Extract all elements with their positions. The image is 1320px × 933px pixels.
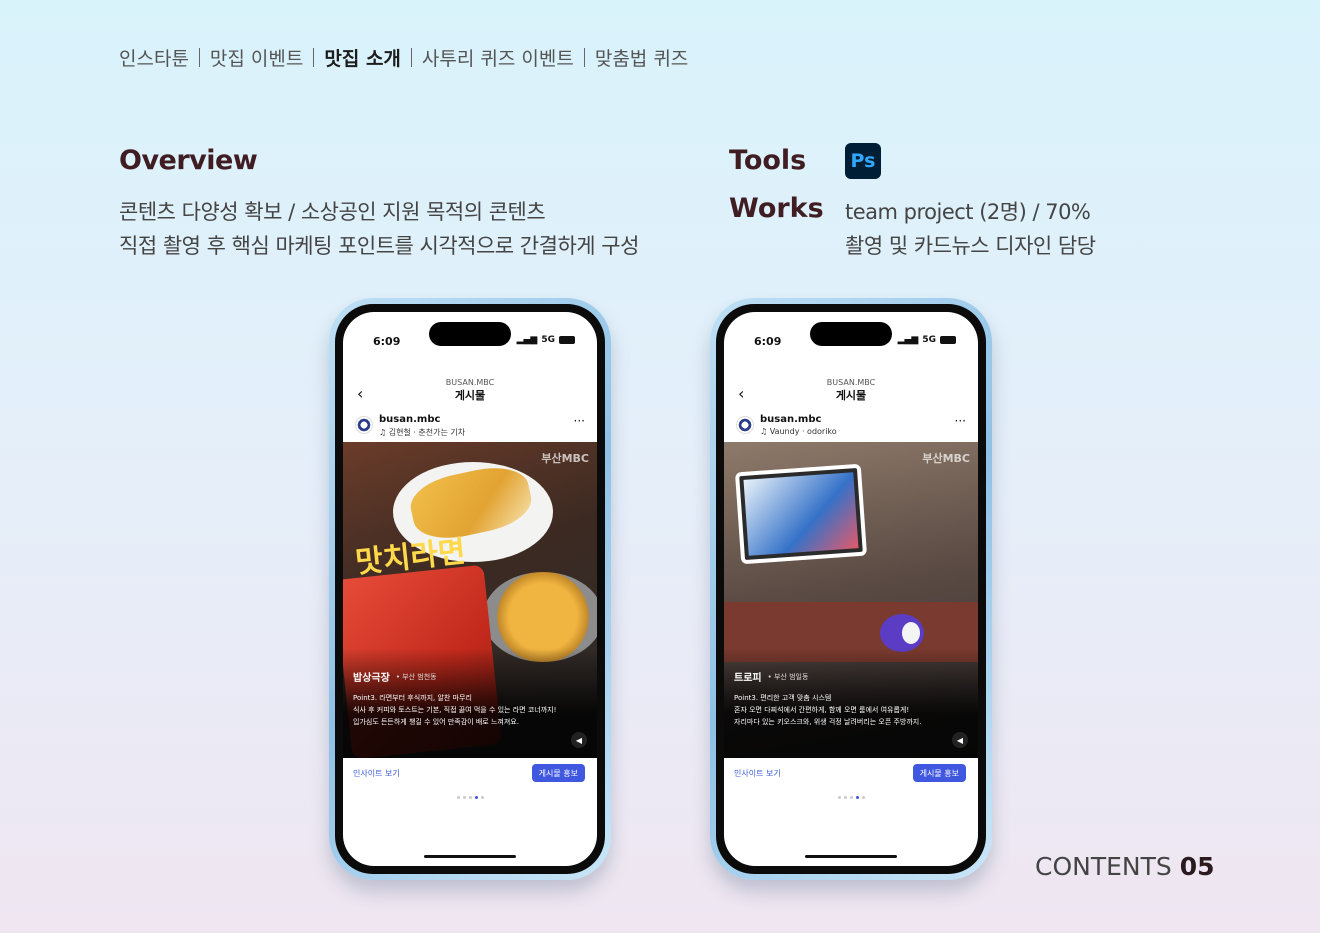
promote-button[interactable]: 게시물 홍보	[912, 764, 966, 782]
carousel-dots	[724, 796, 978, 799]
contents-number: 05	[1179, 852, 1215, 881]
post-footer: 인사이트 보기 게시물 홍보	[343, 764, 597, 784]
contents-text: CONTENTS	[1035, 852, 1172, 881]
sound-icon[interactable]: ◀	[571, 732, 587, 748]
caption-line: 혼자 오면 다찌석에서 간편하게, 함께 오면 룸에서 여유롭게!	[734, 706, 910, 714]
caption-line: Point3. 라면부터 후식까지, 알찬 마무리	[353, 694, 472, 702]
post-title: 게시물	[454, 389, 486, 402]
carousel-dot[interactable]	[468, 796, 472, 799]
nav-item-dialect-quiz[interactable]: 사투리 퀴즈 이벤트	[422, 44, 574, 71]
nav-item-restaurant-event[interactable]: 맛집 이벤트	[210, 44, 303, 71]
nav-item-restaurant-intro[interactable]: 맛집 소개	[324, 44, 401, 71]
contents-label: CONTENTS 05	[1035, 852, 1215, 881]
more-options-icon[interactable]: ···	[574, 414, 585, 428]
avatar[interactable]	[736, 416, 754, 434]
overview-title: Overview	[119, 145, 258, 176]
image-caption: Point3. 편리한 고객 맞춤 시스템 혼자 오면 다찌석에서 간편하게, …	[734, 692, 968, 728]
battery-icon	[940, 336, 956, 344]
image-caption: Point3. 라면부터 후식까지, 알찬 마무리 식사 후 커피와 토스트는 …	[353, 692, 587, 728]
status-bar: 6:09 ▂▄▆ 5G	[343, 332, 597, 352]
post-header: BUSAN.MBC 게시물	[724, 378, 978, 403]
account-header: BUSAN.MBC	[826, 378, 876, 387]
overview-line-2: 직접 촬영 후 핵심 마케팅 포인트를 시각적으로 간결하게 구성	[119, 234, 639, 258]
post-image[interactable]: 부산MBC 트로피 • 부산 범일동 Point3. 편리한 고객 맞춤 시스템…	[724, 442, 978, 758]
top-nav: 인스타툰 맛집 이벤트 맛집 소개 사투리 퀴즈 이벤트 맞춤법 퀴즈	[119, 44, 688, 71]
music-label[interactable]: ♫ 김현철 · 춘천가는 기차	[379, 427, 465, 438]
more-options-icon[interactable]: ···	[955, 414, 966, 428]
overview-line-1: 콘텐츠 다양성 확보 / 소상공인 지원 목적의 콘텐츠	[119, 200, 546, 224]
post-footer: 인사이트 보기 게시물 홍보	[724, 764, 978, 784]
works-label: Works	[729, 193, 824, 224]
nav-divider	[313, 48, 315, 67]
tablet-screen	[743, 472, 859, 556]
place-row: 트로피 • 부산 범일동	[734, 669, 809, 685]
avatar[interactable]	[355, 416, 373, 434]
place-row: 밥상극장 • 부산 범천동	[353, 669, 437, 685]
mascot-sticker	[880, 614, 924, 652]
account-header: BUSAN.MBC	[445, 378, 495, 387]
kiosk-tablet-shape	[734, 463, 868, 565]
insight-link[interactable]: 인사이트 보기	[734, 768, 781, 779]
place-location: • 부산 범일동	[767, 672, 809, 681]
home-indicator[interactable]	[805, 855, 897, 858]
signal-icon: ▂▄▆ 5G	[898, 335, 956, 345]
status-time: 6:09	[373, 335, 401, 348]
phone-screen: 6:09 ▂▄▆ 5G ‹ BUSAN.MBC 게시물 busan.mbc ♫ 김…	[343, 312, 597, 866]
broadcaster-watermark: 부산MBC	[922, 452, 970, 465]
home-indicator[interactable]	[424, 855, 516, 858]
caption-line: Point3. 편리한 고객 맞춤 시스템	[734, 694, 832, 702]
carousel-dot-active[interactable]	[474, 796, 478, 799]
nav-item-spelling-quiz[interactable]: 맞춤법 퀴즈	[595, 44, 688, 71]
carousel-dot[interactable]	[480, 796, 484, 799]
carousel-dot-active[interactable]	[855, 796, 859, 799]
carousel-dot[interactable]	[462, 796, 466, 799]
phone-mockup-2: 6:09 ▂▄▆ 5G ‹ BUSAN.MBC 게시물 busan.mbc ♫ V…	[710, 298, 992, 880]
place-name: 밥상극장	[353, 673, 390, 684]
music-label[interactable]: ♫ Vaundy · odoriko	[760, 427, 837, 436]
tools-label: Tools	[729, 145, 807, 176]
carousel-dot[interactable]	[849, 796, 853, 799]
phone-screen: 6:09 ▂▄▆ 5G ‹ BUSAN.MBC 게시물 busan.mbc ♫ V…	[724, 312, 978, 866]
network-label: 5G	[922, 335, 936, 345]
username[interactable]: busan.mbc	[760, 414, 821, 425]
place-name: 트로피	[734, 673, 762, 684]
post-author-row: busan.mbc ♫ Vaundy · odoriko ···	[724, 412, 978, 442]
signal-icon: ▂▄▆ 5G	[517, 335, 575, 345]
caption-line: 입가심도 든든하게 챙길 수 있어 만족감이 배로 느껴져요.	[353, 718, 519, 726]
post-title: 게시물	[835, 389, 867, 402]
place-location: • 부산 범천동	[395, 672, 437, 681]
carousel-dots	[343, 796, 597, 799]
caption-line: 식사 후 커피와 토스트는 기본, 직접 끓여 먹을 수 있는 라면 코너까지!	[353, 706, 557, 714]
carousel-dot[interactable]	[456, 796, 460, 799]
post-header: BUSAN.MBC 게시물	[343, 378, 597, 403]
network-label: 5G	[541, 335, 555, 345]
sound-icon[interactable]: ◀	[952, 732, 968, 748]
carousel-dot[interactable]	[861, 796, 865, 799]
broadcaster-watermark: 부산MBC	[541, 452, 589, 465]
works-line-1: team project (2명) / 70%	[845, 200, 1091, 224]
status-bar: 6:09 ▂▄▆ 5G	[724, 332, 978, 352]
carousel-dot[interactable]	[843, 796, 847, 799]
works-line-2: 촬영 및 카드뉴스 디자인 담당	[845, 234, 1096, 258]
caption-line: 자리마다 있는 키오스크와, 위생 걱정 날려버리는 오픈 주방까지.	[734, 718, 922, 726]
promote-button[interactable]: 게시물 홍보	[531, 764, 585, 782]
insight-link[interactable]: 인사이트 보기	[353, 768, 400, 779]
status-time: 6:09	[754, 335, 782, 348]
nav-item-instatoon[interactable]: 인스타툰	[119, 44, 189, 71]
phone-mockup-1: 6:09 ▂▄▆ 5G ‹ BUSAN.MBC 게시물 busan.mbc ♫ 김…	[329, 298, 611, 880]
battery-icon	[559, 336, 575, 344]
nav-divider	[583, 48, 585, 67]
nav-divider	[410, 48, 412, 67]
post-image[interactable]: 맛치라면 부산MBC 밥상극장 • 부산 범천동 Point3. 라면부터 후식…	[343, 442, 597, 758]
username[interactable]: busan.mbc	[379, 414, 440, 425]
carousel-dot[interactable]	[837, 796, 841, 799]
nav-divider	[198, 48, 200, 67]
post-author-row: busan.mbc ♫ 김현철 · 춘천가는 기차 ···	[343, 412, 597, 442]
photoshop-icon: Ps	[845, 143, 881, 179]
